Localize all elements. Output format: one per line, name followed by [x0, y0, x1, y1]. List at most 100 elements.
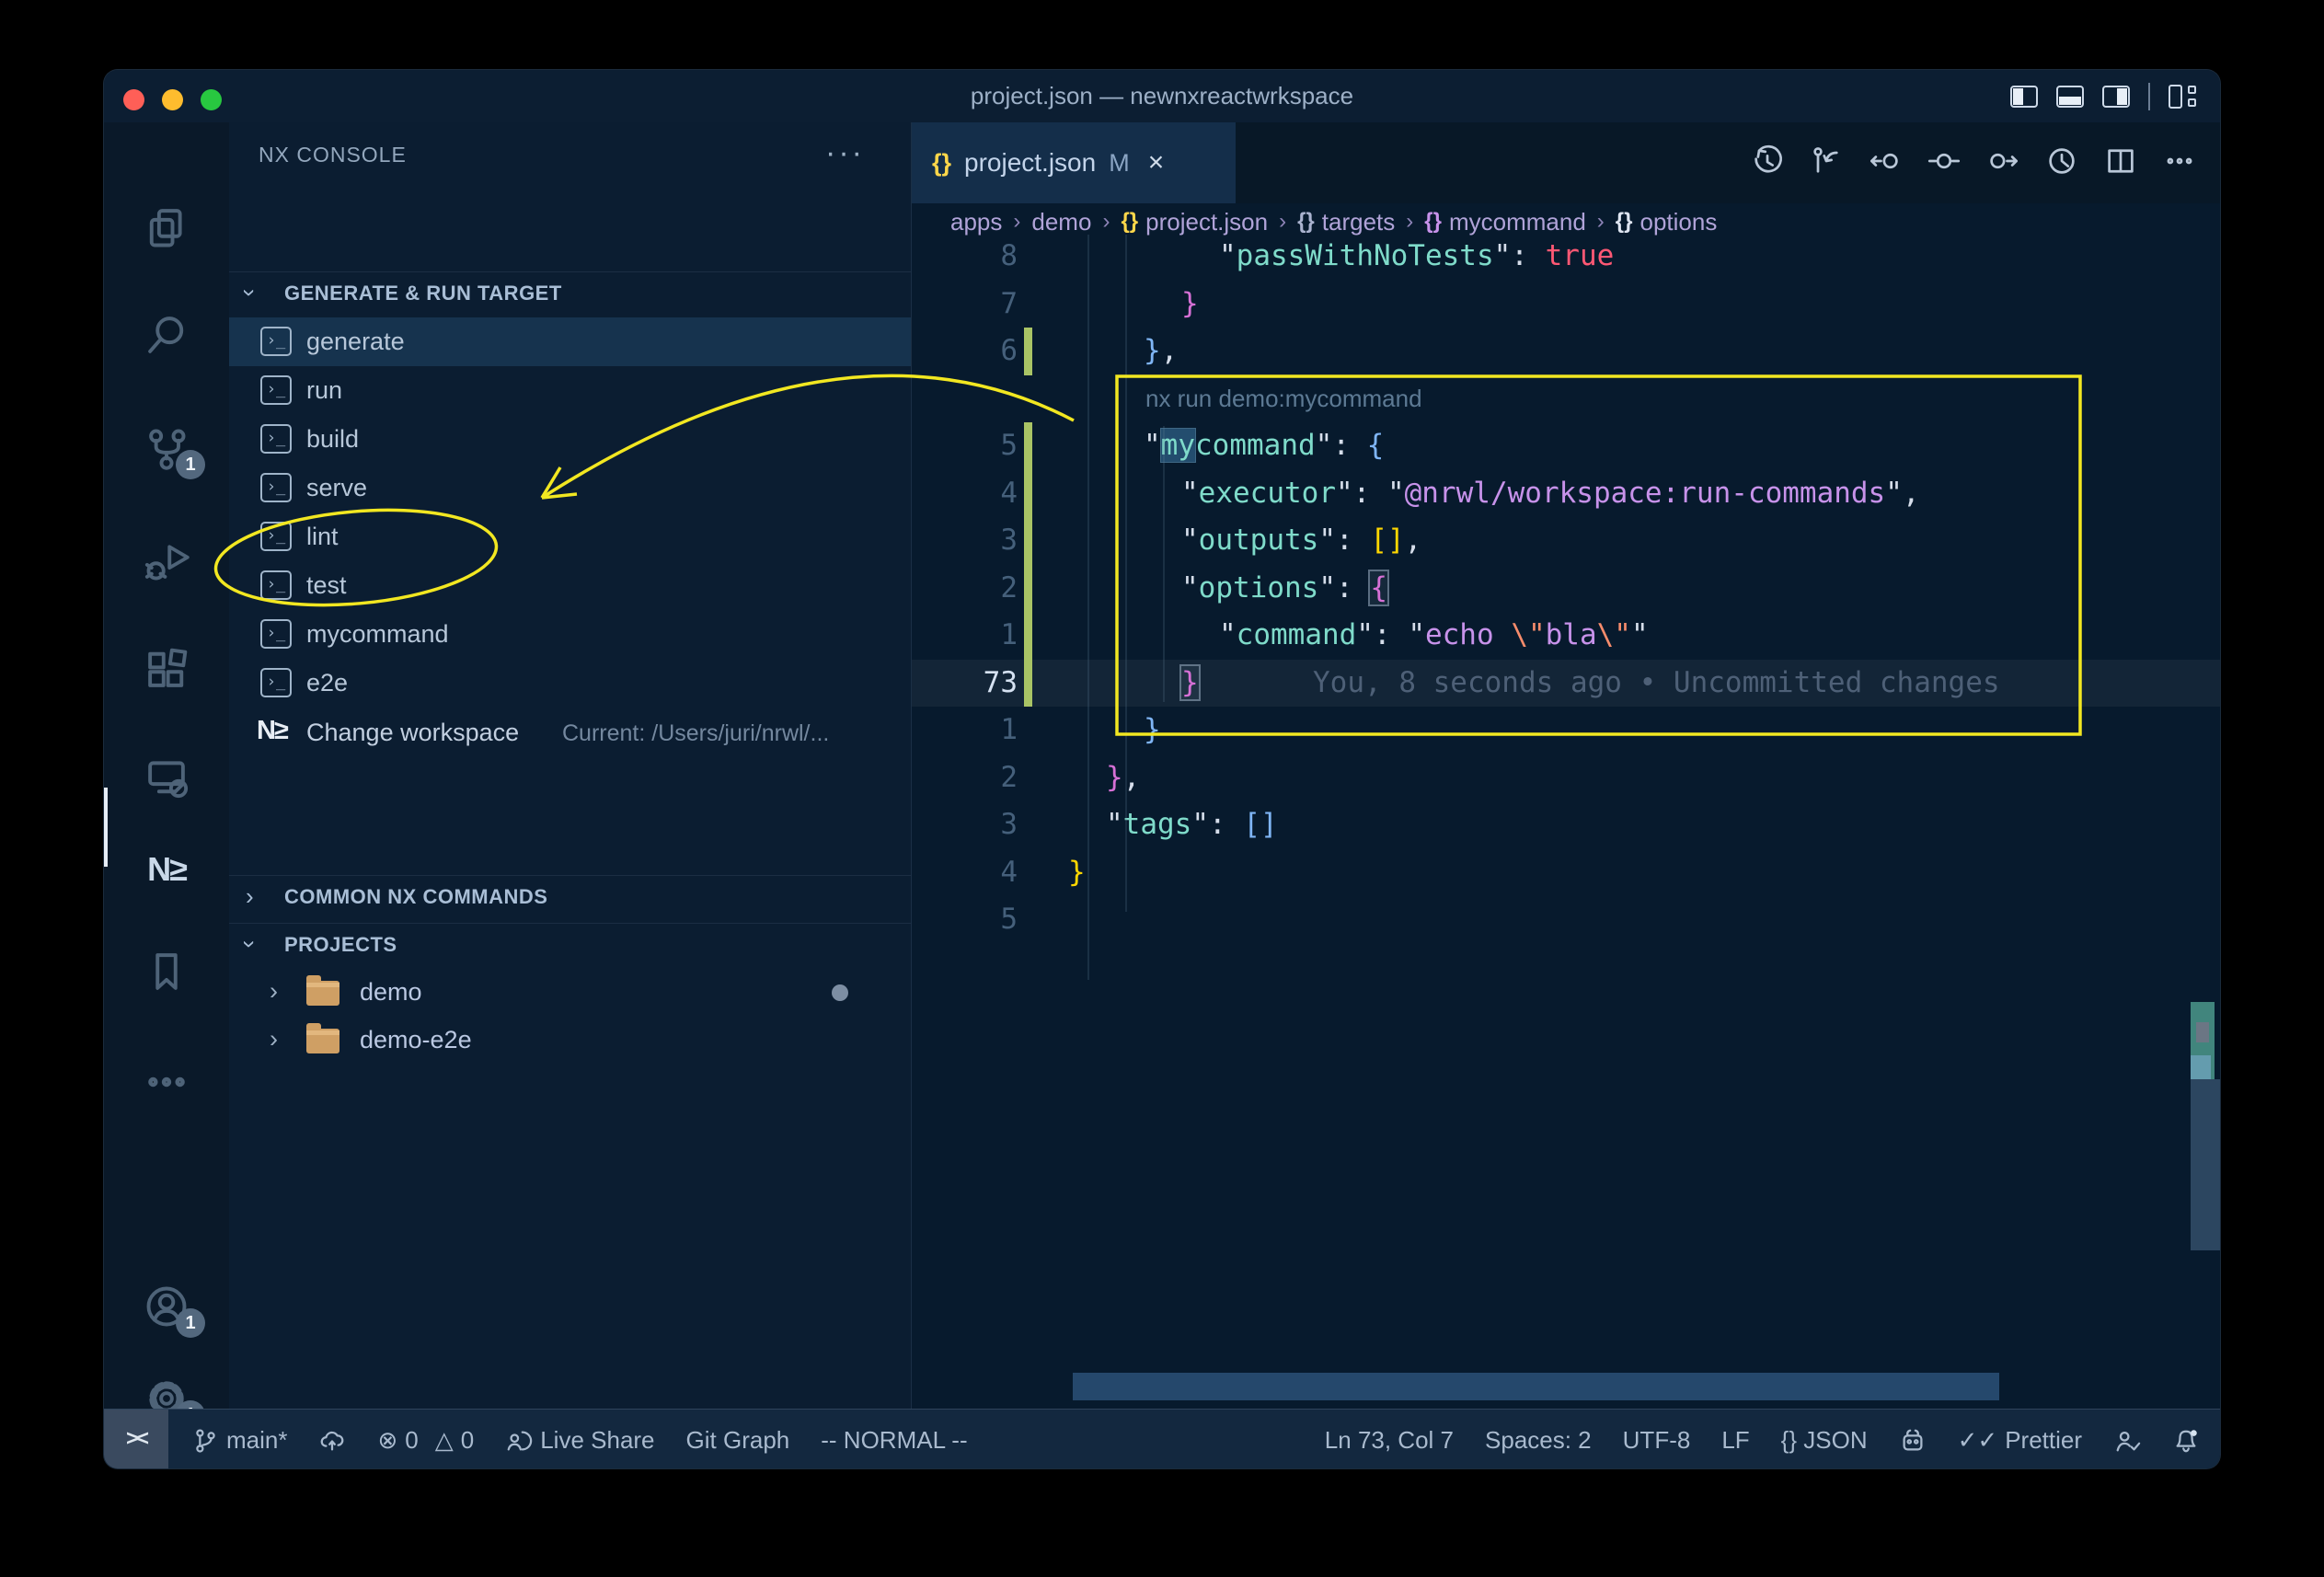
statusbar-encoding[interactable]: UTF-8	[1623, 1426, 1691, 1455]
breadcrumb-item-targets[interactable]: {}targets	[1297, 208, 1395, 236]
title-bar: project.json — newnxreactwrkspace	[104, 70, 2220, 122]
terminal-icon: ›_	[260, 424, 292, 454]
statusbar-sync[interactable]	[318, 1427, 346, 1455]
breadcrumb-item-options[interactable]: {}options	[1616, 208, 1718, 236]
statusbar-language-mode[interactable]: {} JSON	[1781, 1426, 1868, 1455]
tab-project-json[interactable]: {} project.json M ×	[912, 122, 1236, 203]
sidebar-item-build[interactable]: ›_build	[229, 415, 911, 464]
debug-icon	[143, 536, 190, 584]
statusbar-eol[interactable]: LF	[1721, 1426, 1749, 1455]
activity-item-bookmarks[interactable]	[104, 926, 229, 1018]
section-generate-run-target[interactable]: › GENERATE & RUN TARGET	[229, 271, 911, 312]
activity-item-search[interactable]	[104, 289, 229, 381]
modified-indicator: M	[1109, 149, 1130, 178]
project-item-demo[interactable]: ›demo	[229, 968, 911, 1017]
indent-guide	[1125, 235, 1127, 912]
vertical-scrollbar[interactable]	[2191, 1079, 2221, 1250]
activity-item-nx-console[interactable]: N≥	[104, 823, 229, 915]
code-text: "mycommand": {	[1144, 422, 1384, 470]
breadcrumb-separator: ›	[1406, 209, 1413, 235]
statusbar-indentation[interactable]: Spaces: 2	[1485, 1426, 1592, 1455]
sidebar-item-run[interactable]: ›_run	[229, 366, 911, 415]
code-line: 5	[912, 896, 2221, 944]
activity-item-remote-explorer[interactable]	[104, 731, 229, 823]
editor-action-split-editor[interactable]	[2104, 144, 2137, 182]
nx-console-sidebar: NX CONSOLE ··· › GENERATE & RUN TARGET ›…	[229, 122, 912, 1409]
horizontal-scrollbar[interactable]	[1073, 1373, 1999, 1400]
statusbar-feedback[interactable]	[2113, 1427, 2141, 1455]
sidebar-item-serve[interactable]: ›_serve	[229, 464, 911, 512]
code-line: 6},	[912, 328, 2221, 375]
codelens-run-link[interactable]: nx run demo:mycommand	[1145, 375, 1422, 423]
customize-layout-icon[interactable]	[2169, 85, 2196, 109]
editor-action-timeline[interactable]	[2045, 144, 2078, 182]
history-icon	[1751, 144, 1784, 178]
editor-group: {} project.json M × apps›demo›{}project.…	[912, 122, 2221, 1409]
statusbar-problems[interactable]: ⊗0△0	[377, 1426, 474, 1455]
files-icon	[143, 203, 190, 251]
editor-action-previous-change[interactable]	[1869, 144, 1902, 182]
statusbar-git-graph[interactable]: Git Graph	[686, 1426, 790, 1455]
line-number: 1	[912, 612, 1018, 660]
editor-action-more-actions[interactable]	[2163, 144, 2196, 182]
statusbar-git-branch[interactable]: main*	[191, 1426, 287, 1455]
sidebar-item-e2e[interactable]: ›_e2e	[229, 659, 911, 708]
toggle-sidebar-left-icon[interactable]	[2010, 86, 2038, 108]
activity-item-run-and-debug[interactable]	[104, 514, 229, 606]
editor-action-next-change[interactable]	[1986, 144, 2019, 182]
toggle-panel-icon[interactable]	[2056, 86, 2084, 108]
activity-item-source-control[interactable]: 1	[104, 402, 229, 494]
braces-icon: {}	[1616, 209, 1633, 235]
code-line: 7}	[912, 281, 2221, 328]
toggle-sidebar-right-icon[interactable]	[2102, 86, 2130, 108]
statusbar-docker-robot[interactable]	[1899, 1427, 1927, 1455]
breadcrumb-item-demo[interactable]: demo	[1031, 208, 1091, 236]
close-tab-icon[interactable]: ×	[1148, 147, 1165, 178]
editor-action-history[interactable]	[1751, 144, 1784, 182]
statusbar-live-share[interactable]: Live Share	[505, 1426, 654, 1455]
sidebar-item-generate[interactable]: ›_generate	[229, 317, 911, 366]
code-text: "tags": []	[1106, 801, 1278, 849]
statusbar-formatter-prettier[interactable]: ✓✓Prettier	[1958, 1426, 2082, 1455]
breadcrumb-item-project-json[interactable]: {}project.json	[1121, 208, 1268, 236]
overview-ruler-marker-blue	[2191, 1055, 2211, 1079]
code-editor[interactable]: 8"passWithNoTests": true7}6},nx run demo…	[912, 233, 2221, 944]
breadcrumb-item-mycommand[interactable]: {}mycommand	[1424, 208, 1586, 236]
code-text: "passWithNoTests": true	[1219, 233, 1614, 281]
cloud-upload-icon	[318, 1427, 346, 1455]
activity-item-more-views[interactable]	[104, 1036, 229, 1128]
terminal-icon: ›_	[260, 522, 292, 551]
panel-title: NX CONSOLE	[259, 143, 407, 167]
line-number: 7	[912, 281, 1018, 328]
code-text: "options": {	[1181, 565, 1387, 613]
project-item-demo-e2e[interactable]: ›demo-e2e	[229, 1016, 911, 1065]
panel-more-actions-icon[interactable]: ···	[825, 135, 865, 171]
line-number: 2	[912, 565, 1018, 613]
remote-indicator[interactable]: ><	[104, 1410, 168, 1469]
warning-icon: △	[435, 1426, 454, 1455]
breadcrumb-item-apps[interactable]: apps	[950, 208, 1002, 236]
statusbar-vim-mode[interactable]: -- NORMAL --	[821, 1426, 967, 1455]
editor-action-compare-previous[interactable]	[1810, 144, 1843, 182]
code-text: "command": "echo \"bla\""	[1219, 612, 1649, 660]
code-line: 2},	[912, 754, 2221, 802]
statusbar-notifications[interactable]	[2172, 1427, 2200, 1455]
line-number: 3	[912, 517, 1018, 565]
activity-item-explorer[interactable]	[104, 181, 229, 273]
code-line: 3 "tags": []	[912, 801, 2221, 849]
braces-icon: {}	[1121, 209, 1138, 235]
braces-icon: {}	[1424, 209, 1442, 235]
double-check-icon: ✓✓	[1958, 1426, 1998, 1455]
section-projects[interactable]: › PROJECTS	[229, 923, 911, 963]
activity-item-extensions[interactable]	[104, 623, 229, 715]
editor-action-change[interactable]	[1927, 144, 1961, 182]
statusbar-cursor-position[interactable]: Ln 73, Col 7	[1325, 1426, 1454, 1455]
activity-item-accounts[interactable]: 1	[104, 1260, 229, 1353]
line-number: 3	[912, 801, 1018, 849]
sidebar-item-change-workspace[interactable]: N≥ Change workspace Current: /Users/juri…	[229, 708, 911, 757]
sidebar-item-lint[interactable]: ›_lint	[229, 512, 911, 561]
sidebar-item-test[interactable]: ›_test	[229, 561, 911, 610]
sidebar-item-mycommand[interactable]: ›_mycommand	[229, 610, 911, 659]
current-workspace-path: Current: /Users/juri/nrwl/...	[562, 720, 829, 747]
section-common-nx-commands[interactable]: › COMMON NX COMMANDS	[229, 875, 911, 915]
